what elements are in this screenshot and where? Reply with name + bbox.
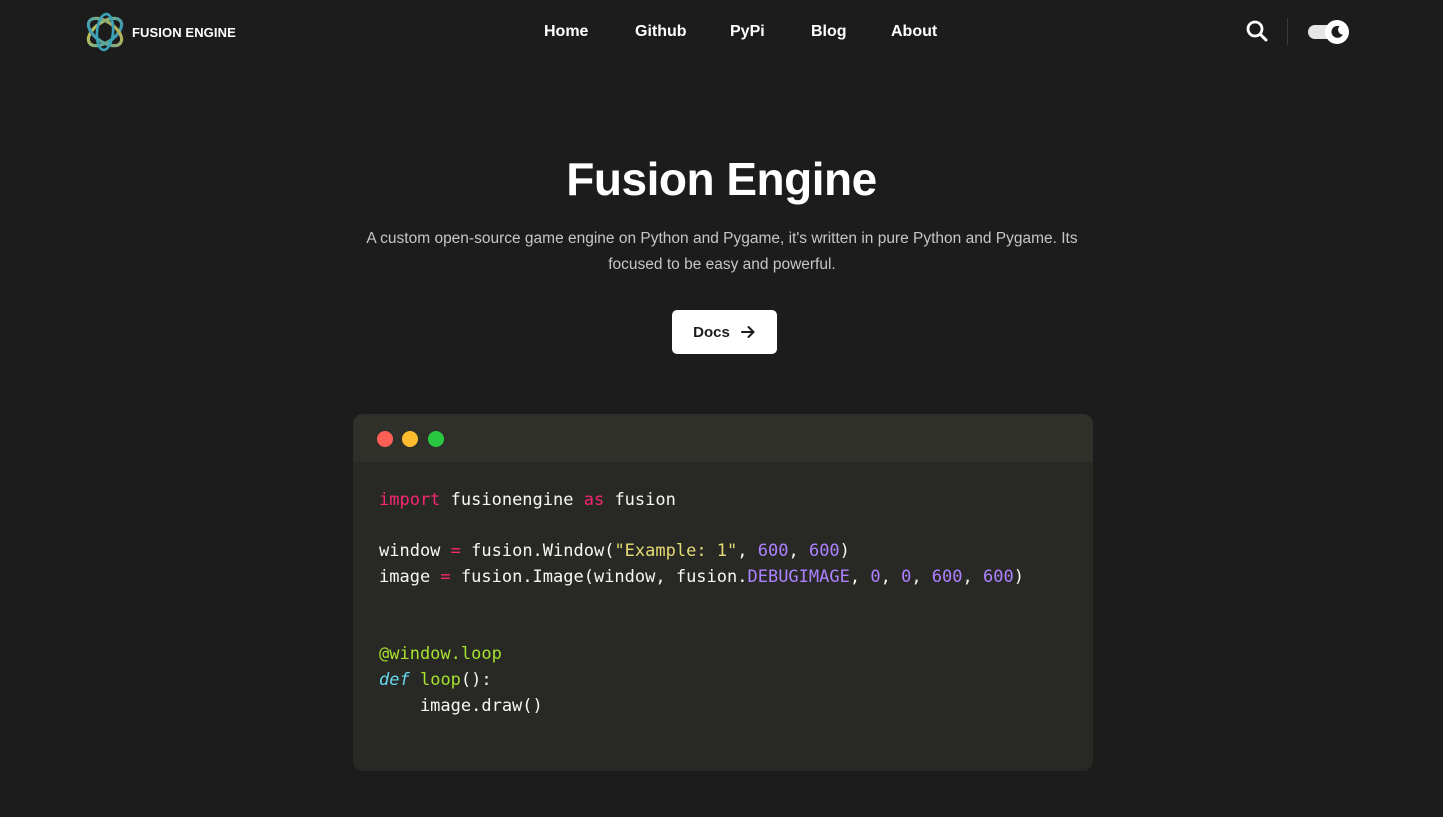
docs-button-label: Docs [693,323,730,341]
code-token: @window.loop [379,644,502,665]
code-token: 0 [901,567,912,588]
code-token: fusion.Image(window, fusion. [450,567,748,588]
code-block: import fusionengine as fusion window = fu… [379,488,1024,719]
code-token: fusion [604,490,676,510]
search-icon [1246,20,1268,42]
theme-toggle[interactable] [1308,20,1349,44]
code-token: 600 [757,541,789,562]
code-token: loop [419,669,461,690]
code-token: 600 [808,541,840,562]
code-token: , [962,567,983,588]
nav-link-pypi[interactable]: PyPi [730,20,765,44]
code-token: , [788,541,809,562]
nav-link-github[interactable]: Github [635,20,687,44]
code-window: import fusionengine as fusion window = fu… [353,414,1093,771]
moon-icon [1331,25,1343,38]
code-line: def loop(): [379,668,1024,694]
code-token: image [379,567,441,588]
code-token: (): [460,669,492,690]
minimize-dot [402,431,418,447]
code-token: window [379,541,451,562]
nav-link-home[interactable]: Home [544,20,588,44]
navbar: FUSION ENGINE Home Github PyPi Blog Abou… [0,0,1443,64]
hero-title: Fusion Engine [566,153,877,205]
code-token: fusionengine [440,490,584,510]
maximize-dot [428,431,444,447]
code-token: 0 [870,567,881,588]
close-dot [377,431,393,447]
nav-link-blog[interactable]: Blog [811,20,847,44]
code-token: 600 [931,567,963,588]
code-token: , [849,567,871,588]
code-line: @window.loop [379,642,1024,668]
code-token: 600 [983,567,1014,588]
code-token: = [440,567,451,588]
code-token: DEBUGIMAGE [747,567,850,588]
code-token: , [737,541,758,562]
nav-link-about[interactable]: About [891,20,937,44]
main-nav: Home Github PyPi Blog About [0,20,1443,44]
hero-subtitle: A custom open-source game engine on Pyth… [366,230,1078,273]
code-token: fusion.Window( [460,541,615,562]
code-token: ) [839,541,850,562]
search-button[interactable] [1244,18,1270,44]
code-line: import fusionengine as fusion [379,488,1024,514]
code-token: ) [1013,567,1024,588]
code-token: , [911,567,932,588]
code-token: as [583,490,605,510]
code-token: import [379,490,441,510]
code-token: = [450,541,461,562]
code-line: image = fusion.Image(window, fusion.DEBU… [379,565,1024,591]
code-token: def [379,669,410,690]
code-token: , [880,567,902,588]
toggle-knob [1325,20,1349,44]
code-token: "Example: 1" [614,541,738,562]
code-token: image.draw() [379,695,543,716]
nav-divider [1287,18,1288,45]
code-window-header [353,414,1093,462]
code-line: image.draw() [379,694,1024,720]
code-line: window = fusion.Window("Example: 1", 600… [379,539,1024,565]
arrow-right-icon [740,326,755,338]
docs-button[interactable]: Docs [672,310,777,354]
